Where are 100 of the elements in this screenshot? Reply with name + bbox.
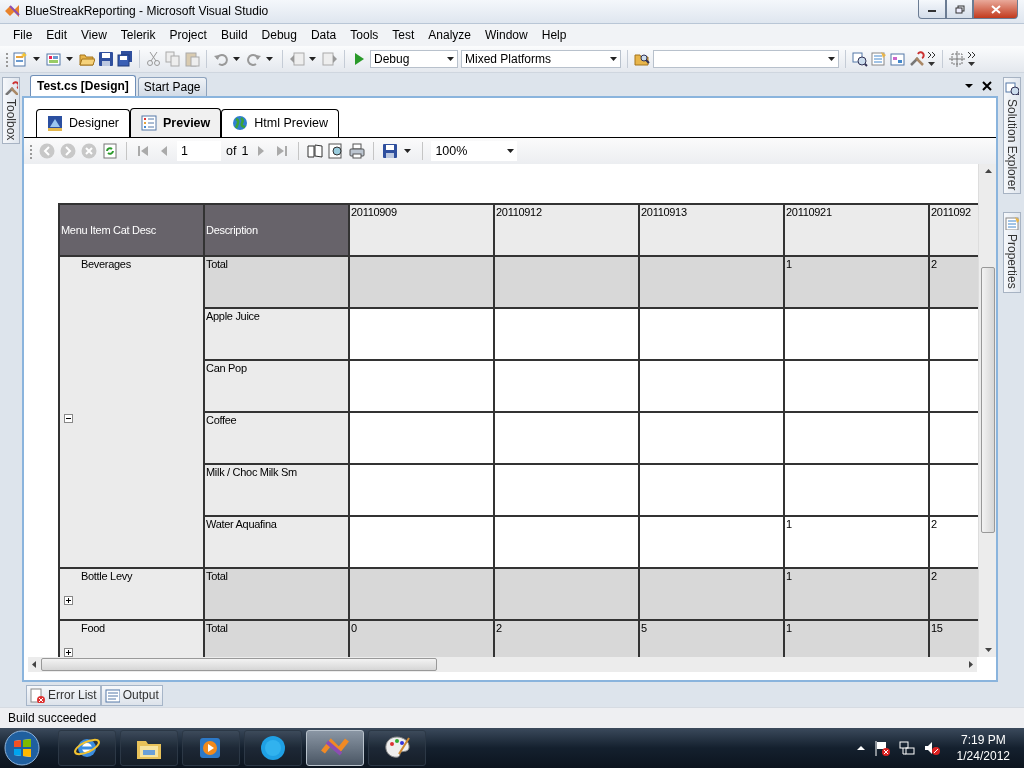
caret-icon[interactable] — [610, 56, 617, 61]
toolbox-tab[interactable]: Toolbox — [2, 76, 20, 145]
menu-item[interactable]: Window — [478, 25, 535, 44]
caret-icon[interactable] — [33, 56, 40, 61]
document-tab[interactable]: Test.cs [Design] — [30, 74, 136, 96]
menu-item[interactable]: View — [74, 25, 114, 44]
view-tab[interactable]: Html Preview — [221, 108, 339, 137]
page-count: 1 — [241, 143, 249, 158]
save-icon[interactable] — [98, 50, 114, 67]
scroll-right-icon[interactable] — [968, 659, 974, 669]
clock-time[interactable]: 7:19 PM — [960, 732, 1006, 749]
save-all-icon[interactable] — [117, 50, 133, 67]
minimize-button[interactable] — [918, 0, 946, 19]
value-cell: 2 — [930, 256, 978, 309]
error-list-icon[interactable] — [30, 687, 45, 703]
document-tab[interactable]: Start Page — [137, 76, 207, 96]
add-item-icon[interactable] — [46, 50, 62, 67]
caret-icon[interactable] — [266, 56, 273, 61]
expand-icon[interactable] — [64, 647, 73, 657]
value-cell: 1 — [785, 516, 930, 569]
caret-icon[interactable] — [447, 56, 454, 61]
taskbar-button[interactable] — [58, 730, 116, 767]
object-browser-icon[interactable] — [890, 50, 906, 67]
maximize-button[interactable] — [946, 0, 973, 19]
refresh-icon[interactable] — [102, 142, 118, 159]
grip-icon — [28, 142, 34, 159]
panel-tab[interactable]: Error List — [26, 684, 101, 706]
printer-icon[interactable] — [349, 142, 366, 159]
toolbar-options-icon[interactable] — [968, 50, 976, 67]
document-map-icon[interactable] — [307, 142, 324, 159]
close-icon[interactable] — [982, 81, 992, 92]
scroll-thumb[interactable] — [980, 267, 995, 534]
network-icon[interactable] — [898, 740, 915, 757]
start-button-icon[interactable] — [4, 730, 40, 767]
description-cell: Apple Juice — [205, 308, 350, 361]
chat-icon[interactable] — [259, 734, 287, 763]
column-header: 20110921 — [785, 204, 930, 257]
menu-item[interactable]: Debug — [254, 25, 304, 44]
column-header: 20110909 — [350, 204, 495, 257]
category-label: Beverages — [80, 257, 132, 270]
taskbar-button[interactable] — [244, 730, 302, 767]
zoom-dropdown[interactable]: 100% — [431, 140, 518, 161]
restore-icon[interactable] — [954, 4, 965, 14]
taskbar-button[interactable] — [120, 730, 178, 767]
caret-icon[interactable] — [507, 148, 515, 153]
panel-tab[interactable]: Output — [100, 684, 163, 706]
menu-item[interactable]: Help — [534, 25, 574, 44]
list-icon[interactable] — [141, 114, 158, 131]
caret-icon[interactable] — [66, 56, 73, 61]
caret-icon[interactable] — [233, 56, 240, 61]
solution-explorer-icon[interactable] — [1005, 80, 1019, 95]
taskbar-button[interactable] — [368, 730, 426, 767]
view-tab[interactable]: Designer — [36, 108, 131, 137]
platform-dropdown[interactable]: Mixed Platforms — [461, 49, 621, 68]
designer-icon[interactable] — [47, 115, 63, 132]
save-icon[interactable] — [382, 142, 399, 159]
solution-explorer-icon[interactable] — [852, 50, 868, 67]
vertical-scrollbar[interactable] — [978, 163, 996, 657]
collapse-icon[interactable] — [64, 413, 73, 423]
menu-item[interactable]: Data — [303, 25, 344, 44]
scroll-up-icon[interactable] — [983, 167, 992, 174]
menu-item[interactable]: Project — [162, 25, 214, 44]
page-of-label: of — [226, 143, 237, 158]
menu-item[interactable]: Build — [213, 25, 255, 44]
taskbar-button[interactable] — [306, 730, 364, 767]
menu-item[interactable]: Analyze — [421, 25, 479, 44]
print-preview-icon[interactable] — [328, 142, 345, 159]
taskbar-button[interactable] — [182, 730, 240, 767]
menu-item[interactable]: Test — [385, 25, 422, 44]
column-header: Description — [205, 204, 350, 257]
clock-date[interactable]: 1/24/2012 — [956, 748, 1010, 765]
caret-icon[interactable] — [309, 56, 316, 61]
scroll-down-icon[interactable] — [983, 646, 992, 653]
caret-icon[interactable] — [828, 56, 835, 61]
scroll-left-icon[interactable] — [31, 659, 37, 669]
description-cell: Can Pop — [205, 360, 350, 413]
toolbox-icon[interactable] — [909, 50, 925, 67]
menu-item[interactable]: Edit — [39, 25, 75, 44]
navigate-forward-icon[interactable] — [322, 50, 338, 67]
properties-tab[interactable]: Properties — [1003, 212, 1021, 293]
solution-explorer-tab[interactable]: Solution Explorer — [1003, 76, 1021, 195]
caret-icon[interactable] — [404, 148, 412, 153]
flag-icon[interactable] — [873, 740, 890, 757]
menu-item[interactable]: File — [6, 25, 40, 44]
expand-icon[interactable] — [64, 595, 73, 605]
globe-icon[interactable] — [232, 115, 249, 132]
value-cell: 5 — [640, 620, 785, 657]
value-cell: 2 — [495, 620, 640, 657]
view-tab[interactable]: Preview — [130, 107, 222, 137]
show-hidden-icons-icon[interactable] — [856, 745, 865, 752]
page-field[interactable]: 1 — [177, 140, 221, 161]
toolbar-options-icon[interactable] — [928, 50, 936, 67]
configuration-dropdown[interactable]: Debug — [370, 49, 458, 68]
scroll-thumb[interactable] — [41, 657, 437, 671]
close-button[interactable] — [973, 0, 1018, 19]
window-menu-icon[interactable] — [965, 84, 973, 89]
speaker-muted-icon[interactable] — [923, 740, 940, 757]
menu-item[interactable]: Tools — [343, 25, 386, 44]
menu-item[interactable]: Telerik — [113, 25, 163, 44]
toolbox-icon[interactable] — [4, 80, 18, 95]
